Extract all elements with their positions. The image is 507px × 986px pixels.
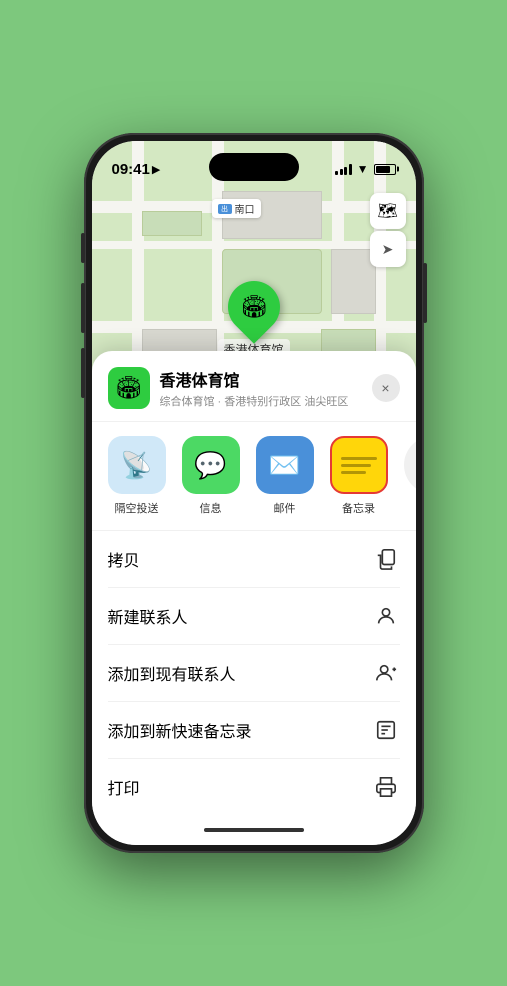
more-icon-bg [404, 436, 416, 494]
exit-icon: 出 [218, 204, 232, 214]
mail-icon: ✉️ [268, 450, 300, 481]
signal-icon [335, 163, 352, 175]
wifi-icon: ▼ [357, 162, 369, 176]
mail-label: 邮件 [274, 500, 296, 516]
volume-up-button[interactable] [81, 283, 85, 333]
mail-icon-bg: ✉️ [256, 436, 314, 494]
memo-icon [372, 716, 400, 744]
add-contact-label: 添加到现有联系人 [108, 661, 236, 685]
pin-circle: 🏟 [217, 270, 291, 344]
location-arrow-icon: ▶ [152, 163, 160, 176]
notes-lines-icon [341, 457, 377, 474]
share-airdrop[interactable]: 📡 隔空投送 [108, 436, 166, 516]
copy-label: 拷贝 [108, 547, 140, 571]
quick-note-label: 添加到新快速备忘录 [108, 718, 252, 742]
phone-screen: 09:41 ▶ ▼ [92, 141, 416, 845]
bottom-sheet: 🏟 香港体育馆 综合体育馆 · 香港特别行政区 油尖旺区 × 📡 隔空投送 [92, 351, 416, 845]
new-contact-label: 新建联系人 [108, 604, 188, 628]
action-print[interactable]: 打印 [108, 759, 400, 815]
share-more[interactable]: 推 [404, 436, 416, 516]
map-controls: 🗺 ➤ [370, 193, 406, 267]
share-notes[interactable]: 备忘录 [330, 436, 388, 516]
power-button[interactable] [423, 263, 427, 323]
location-button[interactable]: ➤ [370, 231, 406, 267]
airdrop-label: 隔空投送 [115, 500, 159, 516]
messages-icon: 💬 [194, 450, 226, 481]
status-icons: ▼ [335, 162, 395, 176]
airdrop-icon-bg: 📡 [108, 436, 166, 494]
home-indicator[interactable] [92, 815, 416, 845]
airdrop-icon: 📡 [120, 450, 152, 481]
mute-button[interactable] [81, 233, 85, 263]
volume-down-button[interactable] [81, 348, 85, 398]
action-list: 拷贝 新建联系人 [92, 531, 416, 815]
print-label: 打印 [108, 775, 140, 799]
person-icon [372, 602, 400, 630]
messages-label: 信息 [200, 500, 222, 516]
stadium-icon: 🏟 [240, 294, 268, 320]
action-copy[interactable]: 拷贝 [108, 531, 400, 588]
person-add-icon [372, 659, 400, 687]
layers-icon: 🗺 [377, 201, 397, 221]
notes-icon-bg [330, 436, 388, 494]
map-exit-label: 出 南口 [212, 199, 261, 218]
status-time: 09:41 [112, 161, 150, 178]
venue-pin[interactable]: 🏟 香港体育馆 [217, 281, 289, 360]
dynamic-island [209, 153, 299, 181]
battery-icon [374, 164, 396, 175]
map-layers-button[interactable]: 🗺 [370, 193, 406, 229]
close-icon: × [381, 380, 389, 396]
action-add-contact[interactable]: 添加到现有联系人 [108, 645, 400, 702]
venue-logo: 🏟 [108, 367, 150, 409]
action-quick-note[interactable]: 添加到新快速备忘录 [108, 702, 400, 759]
compass-icon: ➤ [382, 241, 394, 258]
share-row: 📡 隔空投送 💬 信息 ✉️ 邮件 [92, 422, 416, 531]
home-bar [204, 828, 304, 832]
share-messages[interactable]: 💬 信息 [182, 436, 240, 516]
copy-icon [372, 545, 400, 573]
phone-frame: 09:41 ▶ ▼ [84, 133, 424, 853]
messages-icon-bg: 💬 [182, 436, 240, 494]
venue-description: 综合体育馆 · 香港特别行政区 油尖旺区 [160, 393, 362, 409]
print-icon [372, 773, 400, 801]
venue-name: 香港体育馆 [160, 367, 362, 391]
action-new-contact[interactable]: 新建联系人 [108, 588, 400, 645]
close-button[interactable]: × [372, 374, 400, 402]
notes-label: 备忘录 [342, 500, 375, 516]
venue-info-header: 🏟 香港体育馆 综合体育馆 · 香港特别行政区 油尖旺区 × [92, 351, 416, 422]
share-mail[interactable]: ✉️ 邮件 [256, 436, 314, 516]
venue-text-info: 香港体育馆 综合体育馆 · 香港特别行政区 油尖旺区 [160, 367, 362, 409]
